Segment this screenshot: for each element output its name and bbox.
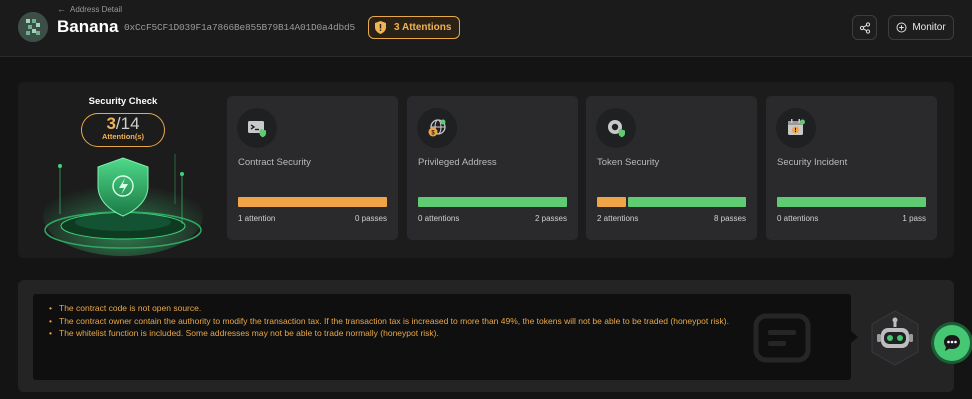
card-pass-count: 2 passes [534,214,567,223]
card-attention-count: 2 attentions [597,214,639,223]
card-contract-security[interactable]: Contract Security 1 attention 0 passes [227,96,398,240]
finding-item: The contract code is not open source. [47,303,837,315]
back-link[interactable]: ← Address Detail [57,4,122,14]
share-icon [859,21,870,34]
finding-item: The contract owner contain the authority… [47,316,837,328]
security-check-summary: Security Check 3/14 Attention(s) [30,96,216,256]
card-privileged-address[interactable]: $ Privileged Address 0 attentions 2 pass… [407,96,578,240]
card-pass-count: 8 passes [713,214,746,223]
monitor-button[interactable]: Monitor [888,15,954,40]
bar-segment-attention [597,197,627,207]
token-address[interactable]: 0xCcF5CF1D039F1a7866Be855B79B14A01D0a4db… [124,22,355,33]
card-token-security[interactable]: Token Security 2 attentions 8 passes [586,96,757,240]
security-score: 3/14 Attention(s) [81,113,165,147]
card-title: Contract Security [238,157,311,168]
bar-segment-pass [418,197,567,207]
card-progress-bar [418,197,567,207]
card-title: Token Security [597,157,660,168]
robot-icon [866,309,924,367]
card-title: Privileged Address [418,157,497,168]
calendar-alert-icon [776,108,816,148]
security-shield-illustration [30,134,216,256]
token-logo [18,12,48,42]
page-header: ← Address Detail Banana 0xCcF5CF1D039F1a… [0,0,972,57]
share-button[interactable] [852,15,877,40]
bar-segment-pass [777,197,926,207]
token-shield-icon [596,108,636,148]
token-name: Banana [57,17,119,36]
arrow-left-icon: ← [57,4,66,14]
card-attention-count: 0 attentions [777,214,819,223]
security-score-total: /14 [115,114,140,133]
bar-segment-attention [238,197,387,207]
plus-circle-icon [896,22,907,33]
bar-segment-pass [628,197,746,207]
chat-watermark-icon [752,312,814,368]
globe-coin-icon: $ [417,108,457,148]
card-progress-bar [597,197,746,207]
finding-item: The whitelist function is included. Some… [47,328,837,340]
security-check-title: Security Check [88,96,158,107]
card-title: Security Incident [777,157,848,168]
chat-bubble-icon [944,335,960,351]
shield-icon [373,20,388,35]
card-pass-count: 1 pass [902,214,926,223]
attention-badge-label: 3 Attentions [394,22,452,33]
card-attention-count: 0 attentions [418,214,460,223]
monitor-button-label: Monitor [912,22,946,33]
code-terminal-icon [237,108,277,148]
back-link-label: Address Detail [70,4,123,14]
card-progress-bar [777,197,926,207]
findings-list-box: The contract code is not open source. Th… [33,294,851,380]
findings-list: The contract code is not open source. Th… [47,303,837,340]
card-security-incident[interactable]: Security Incident 0 attentions 1 pass [766,96,937,240]
card-progress-bar [238,197,387,207]
security-score-label: Attention(s) [101,132,145,141]
card-attention-count: 1 attention [238,214,276,223]
card-pass-count: 0 passes [354,214,387,223]
security-score-value: 3 [106,114,116,133]
chat-button[interactable] [934,325,970,361]
speech-bubble-tail [851,331,858,343]
attention-badge[interactable]: 3 Attentions [368,16,461,39]
